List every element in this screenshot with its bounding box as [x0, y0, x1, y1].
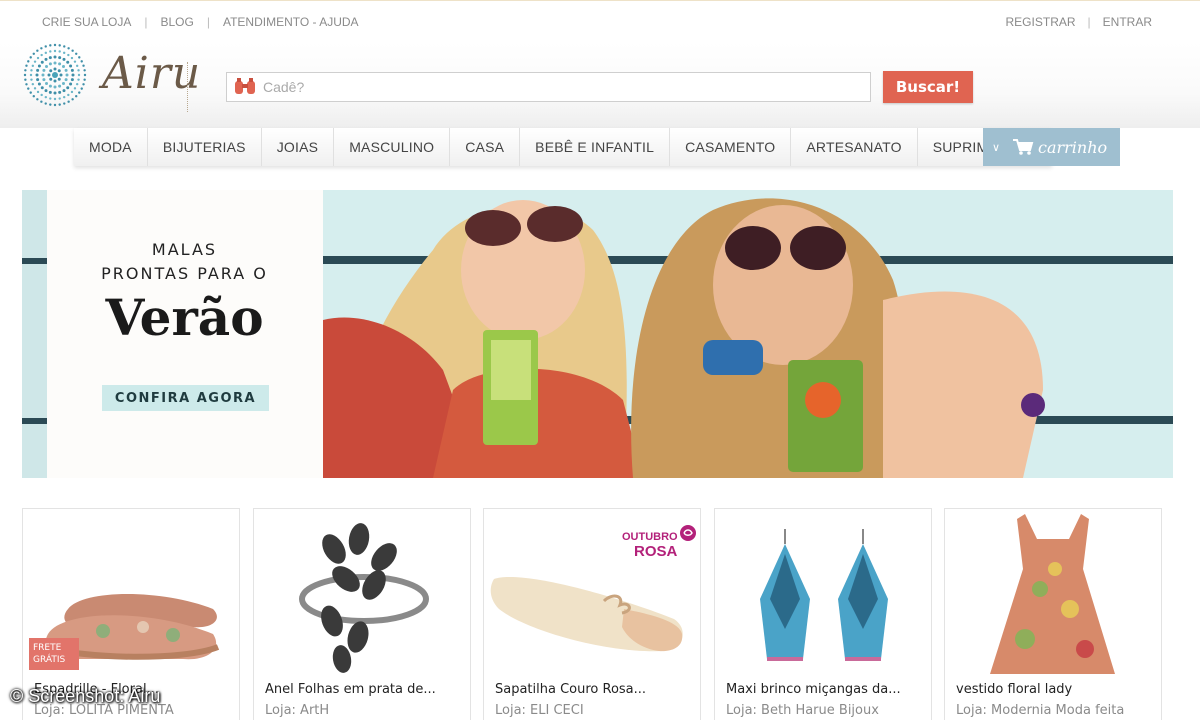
nav-item-bijuterias[interactable]: BIJUTERIAS	[148, 128, 262, 166]
product-card[interactable]: OUTUBRO ROSA Sapatilha Couro Rosa... Loj…	[483, 508, 701, 720]
account-links: REGISTRAR | ENTRAR	[1006, 15, 1152, 29]
separator: |	[206, 15, 210, 29]
product-image-brinco	[715, 509, 931, 674]
outubro-rosa-badge: OUTUBRO ROSA	[620, 521, 700, 563]
entrar-link[interactable]: ENTRAR	[1103, 15, 1152, 29]
hero-headline: Verão	[105, 288, 264, 347]
outubro-label: OUTUBRO	[622, 531, 678, 543]
screenshot-watermark: © Screenshot: Airu	[10, 686, 161, 706]
hero-photo-two-women	[323, 190, 1173, 478]
rosa-label: ROSA	[634, 543, 678, 560]
cart-label: carrinho	[1038, 137, 1108, 157]
nav-item-bebe-infantil[interactable]: BEBÊ E INFANTIL	[520, 128, 671, 166]
search-bar	[226, 72, 871, 102]
cart-button[interactable]: ∨ carrinho	[983, 128, 1120, 166]
nav-item-casa[interactable]: CASA	[450, 128, 521, 166]
product-name[interactable]: Maxi brinco miçangas da...	[726, 682, 926, 697]
confira-agora-button[interactable]: CONFIRA AGORA	[102, 385, 269, 411]
top-links: CRIE SUA LOJA | BLOG | ATENDIMENTO - AJU…	[42, 15, 359, 29]
binoculars-icon	[235, 78, 255, 94]
product-store[interactable]: Loja: ELI CECI	[495, 703, 695, 718]
logo-divider	[187, 62, 188, 112]
product-name[interactable]: Sapatilha Couro Rosa...	[495, 682, 695, 697]
category-nav: MODA BIJUTERIAS JOIAS MASCULINO CASA BEB…	[74, 128, 1053, 166]
nav-item-artesanato[interactable]: ARTESANATO	[791, 128, 918, 166]
nav-item-masculino[interactable]: MASCULINO	[334, 128, 451, 166]
product-image-vestido	[945, 509, 1161, 674]
hero-banner[interactable]: MALAS PRONTAS PARA O Verão CONFIRA AGORA	[22, 190, 1173, 478]
product-store[interactable]: Loja: ArtH	[265, 703, 465, 718]
product-name[interactable]: Anel Folhas em prata de...	[265, 682, 465, 697]
shopping-cart-icon	[1013, 139, 1034, 155]
product-card[interactable]: Anel Folhas em prata de... Loja: ArtH	[253, 508, 471, 720]
separator: |	[1087, 15, 1091, 29]
registrar-link[interactable]: REGISTRAR	[1006, 15, 1076, 29]
product-store[interactable]: Loja: Beth Harue Bijoux	[726, 703, 926, 718]
site-header: Airu Buscar!	[0, 42, 1200, 128]
blog-link[interactable]: BLOG	[161, 15, 194, 29]
product-name[interactable]: vestido floral lady	[956, 682, 1156, 697]
search-button[interactable]: Buscar!	[883, 71, 973, 103]
hero-text-panel: MALAS PRONTAS PARA O Verão CONFIRA AGORA	[22, 190, 323, 478]
product-image-ring	[254, 509, 470, 674]
nav-item-casamento[interactable]: CASAMENTO	[670, 128, 792, 166]
hero-line-2: PRONTAS PARA O	[101, 264, 268, 283]
top-utility-bar: CRIE SUA LOJA | BLOG | ATENDIMENTO - AJU…	[0, 0, 1200, 42]
product-store[interactable]: Loja: Modernia Moda feita	[956, 703, 1156, 718]
rose-icon	[680, 525, 696, 541]
nav-item-joias[interactable]: JOIAS	[262, 128, 335, 166]
hero-line-1: MALAS	[151, 240, 218, 259]
site-logo[interactable]: Airu	[22, 42, 200, 112]
nav-item-moda[interactable]: MODA	[74, 128, 148, 166]
atendimento-link[interactable]: ATENDIMENTO - AJUDA	[223, 15, 359, 29]
product-grid: FRETE GRÁTIS Espadrille - Floral... Loja…	[22, 508, 1174, 720]
separator: |	[144, 15, 148, 29]
crie-sua-loja-link[interactable]: CRIE SUA LOJA	[42, 15, 131, 29]
search-input[interactable]	[263, 79, 843, 95]
frete-gratis-badge: FRETE GRÁTIS	[29, 638, 79, 670]
chevron-down-icon: ∨	[992, 140, 1001, 154]
hero-stripe	[22, 190, 47, 478]
product-card[interactable]: Maxi brinco miçangas da... Loja: Beth Ha…	[714, 508, 932, 720]
product-card[interactable]: vestido floral lady Loja: Modernia Moda …	[944, 508, 1162, 720]
logo-mandala-icon	[23, 43, 87, 107]
